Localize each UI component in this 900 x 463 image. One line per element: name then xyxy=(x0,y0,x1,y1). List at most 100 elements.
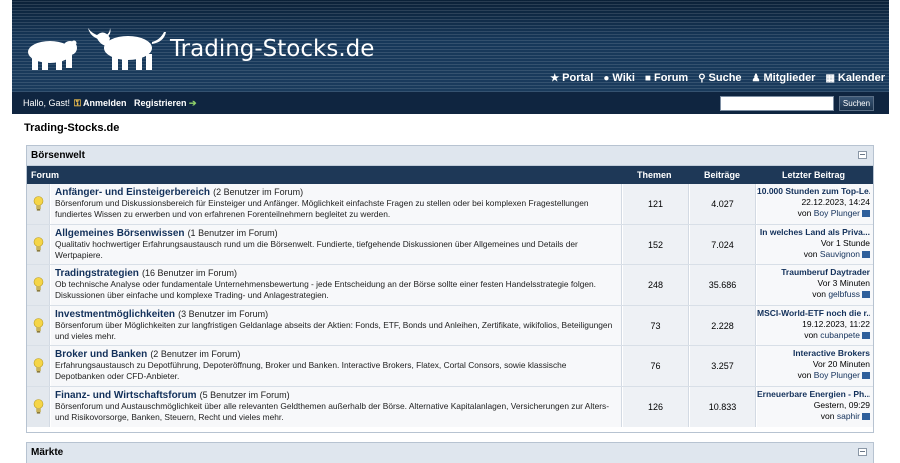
forum-status-cell xyxy=(27,386,50,427)
goto-last-post-icon[interactable] xyxy=(862,412,870,420)
category-header[interactable]: Märkte xyxy=(27,443,873,463)
lightbulb-icon xyxy=(33,196,44,211)
forum-title-link[interactable]: Tradingstrategien xyxy=(55,268,139,279)
lightbulb-icon xyxy=(33,358,44,373)
forum-info: Allgemeines Börsenwissen (1 Benutzer im … xyxy=(51,224,622,264)
menu-item-mitglieder[interactable]: ♟ Mitglieder xyxy=(752,72,816,84)
forum-users: (1 Benutzer im Forum) xyxy=(187,227,278,238)
forum-description: Börsenforum und Austauschmöglichkeit übe… xyxy=(55,400,609,422)
menu-item-label: Portal xyxy=(562,72,594,84)
forum-row: Allgemeines Börsenwissen (1 Benutzer im … xyxy=(27,224,873,265)
forum-status-cell xyxy=(27,224,50,264)
forum-themen-count: 248 xyxy=(623,265,689,305)
portal-icon: ★ xyxy=(550,72,560,84)
lightbulb-icon xyxy=(33,277,44,292)
last-post-by: von xyxy=(804,329,818,340)
last-post-user-link[interactable]: Sauvignon xyxy=(820,249,860,259)
menu-item-wiki[interactable]: ● Wiki xyxy=(603,72,635,84)
last-post-title-link[interactable]: Traumberuf Daytrader xyxy=(757,267,870,278)
last-post-title-link[interactable]: Interactive Brokers xyxy=(757,348,870,359)
forum-beitraege-count: 2.228 xyxy=(690,305,756,345)
menu-item-kalender[interactable]: ▦ Kalender xyxy=(825,72,885,84)
last-post-title-link[interactable]: Erneuerbare Energien - Ph... xyxy=(757,389,870,400)
guest-greeting: Hallo, Gast! xyxy=(23,98,71,108)
collapse-icon[interactable] xyxy=(858,448,867,456)
forum-users: (2 Benutzer im Forum) xyxy=(150,349,241,359)
menu-item-suche[interactable]: ⚲ Suche xyxy=(698,72,741,84)
forum-users: (5 Benutzer im Forum) xyxy=(199,389,290,400)
last-post-user-link[interactable]: saphir xyxy=(837,411,860,421)
register-link[interactable]: Registrieren ➔ xyxy=(134,98,197,109)
goto-last-post-icon[interactable] xyxy=(862,331,870,339)
forum-title-link[interactable]: Allgemeines Börsenwissen xyxy=(55,228,185,239)
forum-title-link[interactable]: Finanz- und Wirtschaftsforum xyxy=(55,390,197,401)
lightbulb-icon xyxy=(33,236,44,252)
main-container: Trading-Stocks.de ★ Portal ● Wiki ■ Forum ⚲ Suc… xyxy=(12,0,889,463)
last-post-by: von xyxy=(803,248,818,259)
goto-last-post-icon[interactable] xyxy=(862,372,870,379)
last-post-title-link[interactable]: In welches Land als Priva... xyxy=(757,227,870,238)
last-post-author: von gelbfuss xyxy=(757,289,870,300)
category-header[interactable]: Börsenwelt xyxy=(27,146,873,166)
site-title[interactable]: Trading-Stocks.de xyxy=(170,36,374,62)
forum-info: Broker und Banken (2 Benutzer im Forum) … xyxy=(51,346,622,386)
last-post-title-link[interactable]: 10.000 Stunden zum Top-Le... xyxy=(757,186,870,197)
menu-item-forum[interactable]: ■ Forum xyxy=(645,72,688,84)
forum-users: (3 Benutzer im Forum) xyxy=(178,308,269,319)
forum-title-link[interactable]: Anfänger- und Einsteigerbereich xyxy=(55,187,210,198)
forum-title-link[interactable]: Broker und Banken xyxy=(55,349,147,360)
forum-description: Börsenforum über Möglichkeiten zur langf… xyxy=(55,319,613,341)
lightbulb-icon xyxy=(33,317,44,333)
bear-bull-logo-icon[interactable] xyxy=(18,24,168,74)
last-post: Erneuerbare Energien - Ph... Gestern, 09… xyxy=(757,386,873,427)
last-post-author: von saphir xyxy=(757,411,870,422)
goto-last-post-icon[interactable] xyxy=(862,291,870,298)
last-post-author: von Boy Plunger xyxy=(757,370,870,381)
collapse-icon[interactable] xyxy=(858,151,867,159)
content-area: Trading-Stocks.de Börsenwelt Forum Theme… xyxy=(12,114,889,463)
last-post-by: von xyxy=(797,208,812,218)
last-post-title-link[interactable]: MSCI-World-ETF noch die r... xyxy=(757,308,870,319)
forum-themen-count: 76 xyxy=(623,346,689,386)
forum-beitraege-count: 7.024 xyxy=(690,224,756,264)
page-margin xyxy=(0,0,12,463)
category-title[interactable]: Märkte xyxy=(31,447,63,458)
column-letzter-beitrag: Letzter Beitrag xyxy=(782,170,846,180)
key-icon: ⚿ xyxy=(74,98,81,108)
last-post-user-link[interactable]: cubanpete xyxy=(820,330,860,340)
category-title[interactable]: Börsenwelt xyxy=(31,150,85,161)
last-post-author: von cubanpete xyxy=(757,330,870,341)
search-button[interactable]: Suchen xyxy=(839,96,874,111)
forum-row: Investmentmöglichkeiten (3 Benutzer im F… xyxy=(27,305,873,346)
register-label: Registrieren xyxy=(134,98,187,108)
menu-item-portal[interactable]: ★ Portal xyxy=(550,72,593,84)
lightbulb-icon xyxy=(33,398,44,414)
search-input[interactable] xyxy=(720,96,834,111)
breadcrumb[interactable]: Trading-Stocks.de xyxy=(24,122,119,134)
goto-last-post-icon[interactable] xyxy=(862,250,870,258)
last-post-by: von xyxy=(820,410,835,421)
forum-info: Finanz- und Wirtschaftsforum (5 Benutzer… xyxy=(51,386,622,427)
forum-title-link[interactable]: Investmentmöglichkeiten xyxy=(55,309,175,320)
forum-status-cell xyxy=(27,346,50,386)
forum-beitraege-count: 35.686 xyxy=(690,265,756,305)
last-post-user-link[interactable]: Boy Plunger xyxy=(814,370,860,380)
forum-row: Anfänger- und Einsteigerbereich (2 Benut… xyxy=(27,184,873,225)
forum-row: Tradingstrategien (16 Benutzer im Forum)… xyxy=(27,265,873,306)
forum-info: Investmentmöglichkeiten (3 Benutzer im F… xyxy=(51,305,622,345)
last-post: Traumberuf Daytrader Vor 3 Minuten von g… xyxy=(757,265,873,305)
column-header: Forum Themen Beiträge Letzter Beitrag xyxy=(27,166,873,184)
forum-beitraege-count: 4.027 xyxy=(690,184,756,224)
main-menu: ★ Portal ● Wiki ■ Forum ⚲ Suche ♟ Mitglieder ▦ Kale… xyxy=(550,72,885,84)
last-post-user-link[interactable]: Boy Plunger xyxy=(814,208,860,218)
forum-icon: ■ xyxy=(644,72,651,84)
last-post-user-link[interactable]: gelbfuss xyxy=(828,289,860,299)
forum-info: Anfänger- und Einsteigerbereich (2 Benut… xyxy=(51,184,622,224)
column-themen: Themen xyxy=(637,170,672,180)
last-post: MSCI-World-ETF noch die r... 19.12.2023,… xyxy=(757,305,873,345)
login-link[interactable]: ⚿ Anmelden xyxy=(74,98,127,109)
goto-last-post-icon[interactable] xyxy=(862,210,870,217)
last-post-by: von xyxy=(812,289,826,299)
last-post-time: Vor 20 Minuten xyxy=(812,359,870,369)
category-maerkte: Märkte xyxy=(26,442,874,463)
